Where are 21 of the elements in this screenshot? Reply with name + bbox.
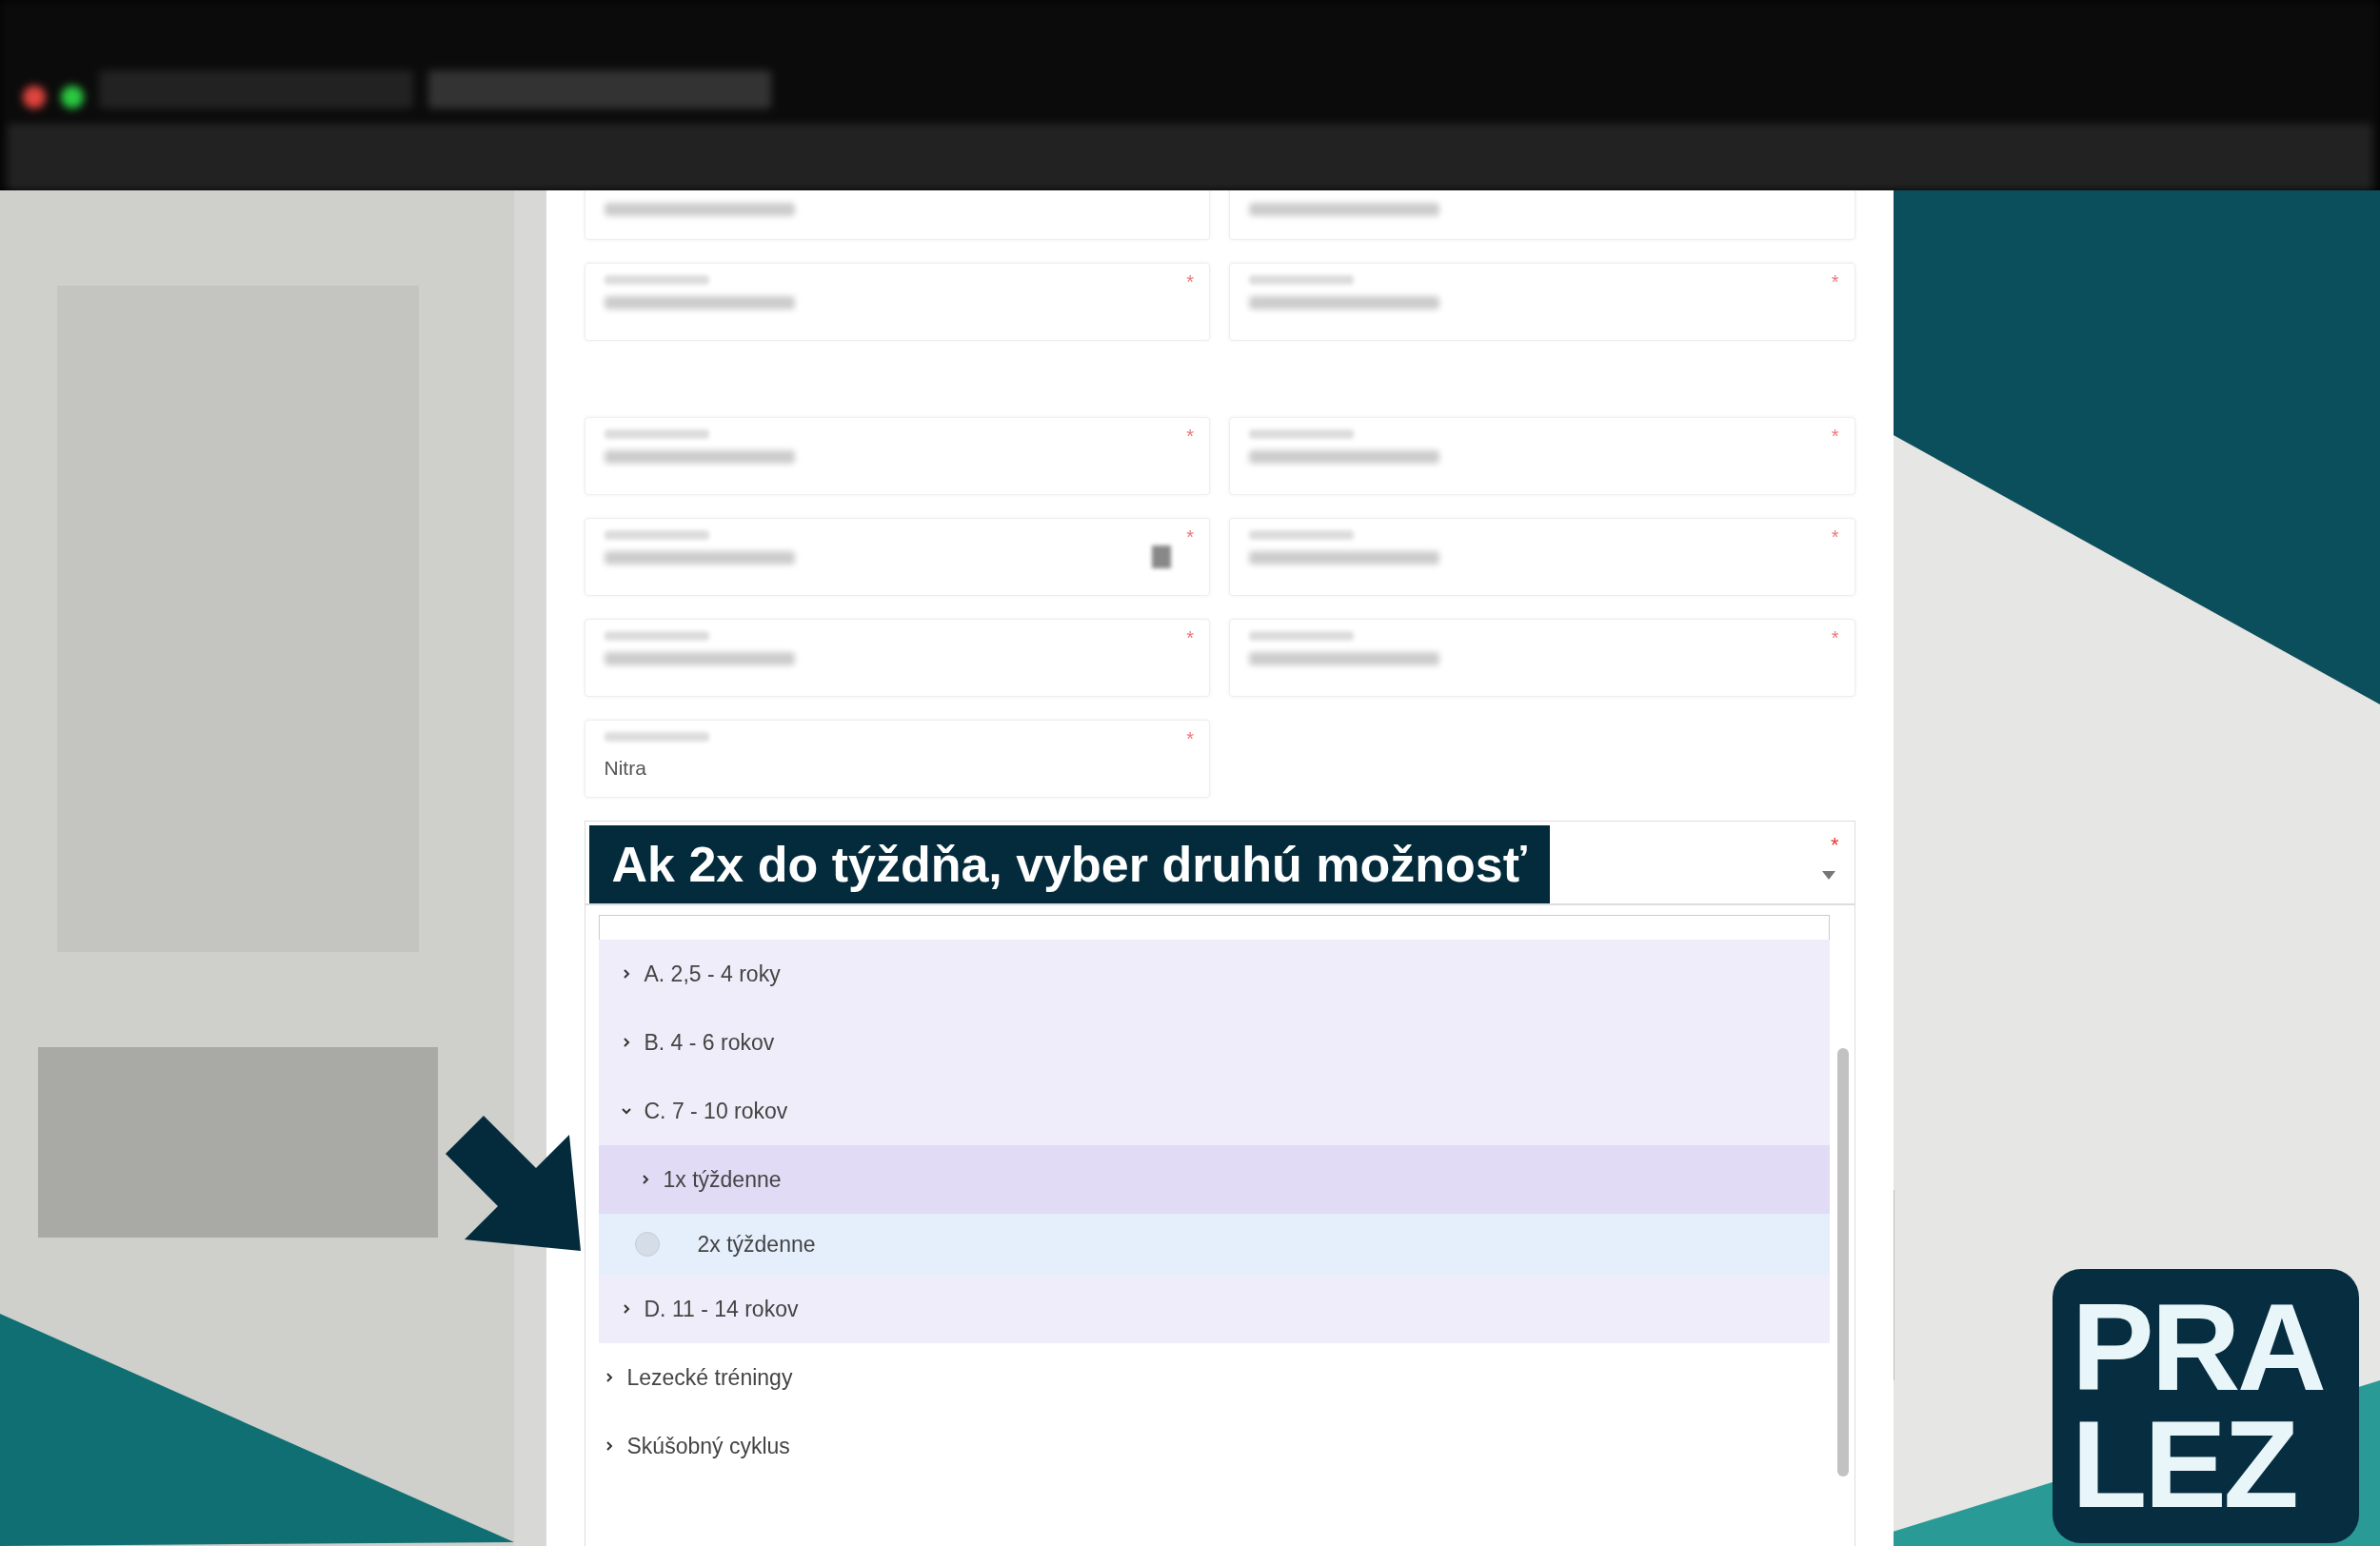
tree-option[interactable]: 2x týždenne	[598, 1214, 1830, 1275]
required-mark: *	[1186, 525, 1194, 549]
field-value: Nitra	[604, 756, 647, 781]
required-mark: *	[1831, 525, 1839, 549]
required-mark: *	[1186, 270, 1194, 294]
required-mark: *	[1830, 832, 1839, 859]
required-mark: *	[1186, 626, 1194, 650]
required-mark: *	[1831, 626, 1839, 650]
tree-option[interactable]: 1x týždenne	[598, 1145, 1830, 1214]
required-mark: *	[1831, 425, 1839, 448]
tree-option[interactable]: B. 4 - 6 rokov	[598, 1008, 1830, 1077]
logo: PRA LEZ	[2053, 1269, 2359, 1543]
tree-option[interactable]: C. 7 - 10 rokov	[598, 1077, 1830, 1145]
select-field[interactable]: * Ak 2x do týždňa, vyber druhú možnosť	[584, 821, 1855, 904]
tree-option[interactable]: A. 2,5 - 4 roky	[598, 940, 1830, 1008]
required-mark: *	[1831, 270, 1839, 294]
required-mark: *	[1186, 727, 1194, 751]
tree-option[interactable]: D. 11 - 14 rokov	[598, 1275, 1830, 1343]
required-mark: *	[1186, 425, 1194, 448]
form-field[interactable]: Nitra *	[584, 720, 1210, 798]
annotation-banner: Ak 2x do týždňa, vyber druhú možnosť	[588, 825, 1550, 903]
